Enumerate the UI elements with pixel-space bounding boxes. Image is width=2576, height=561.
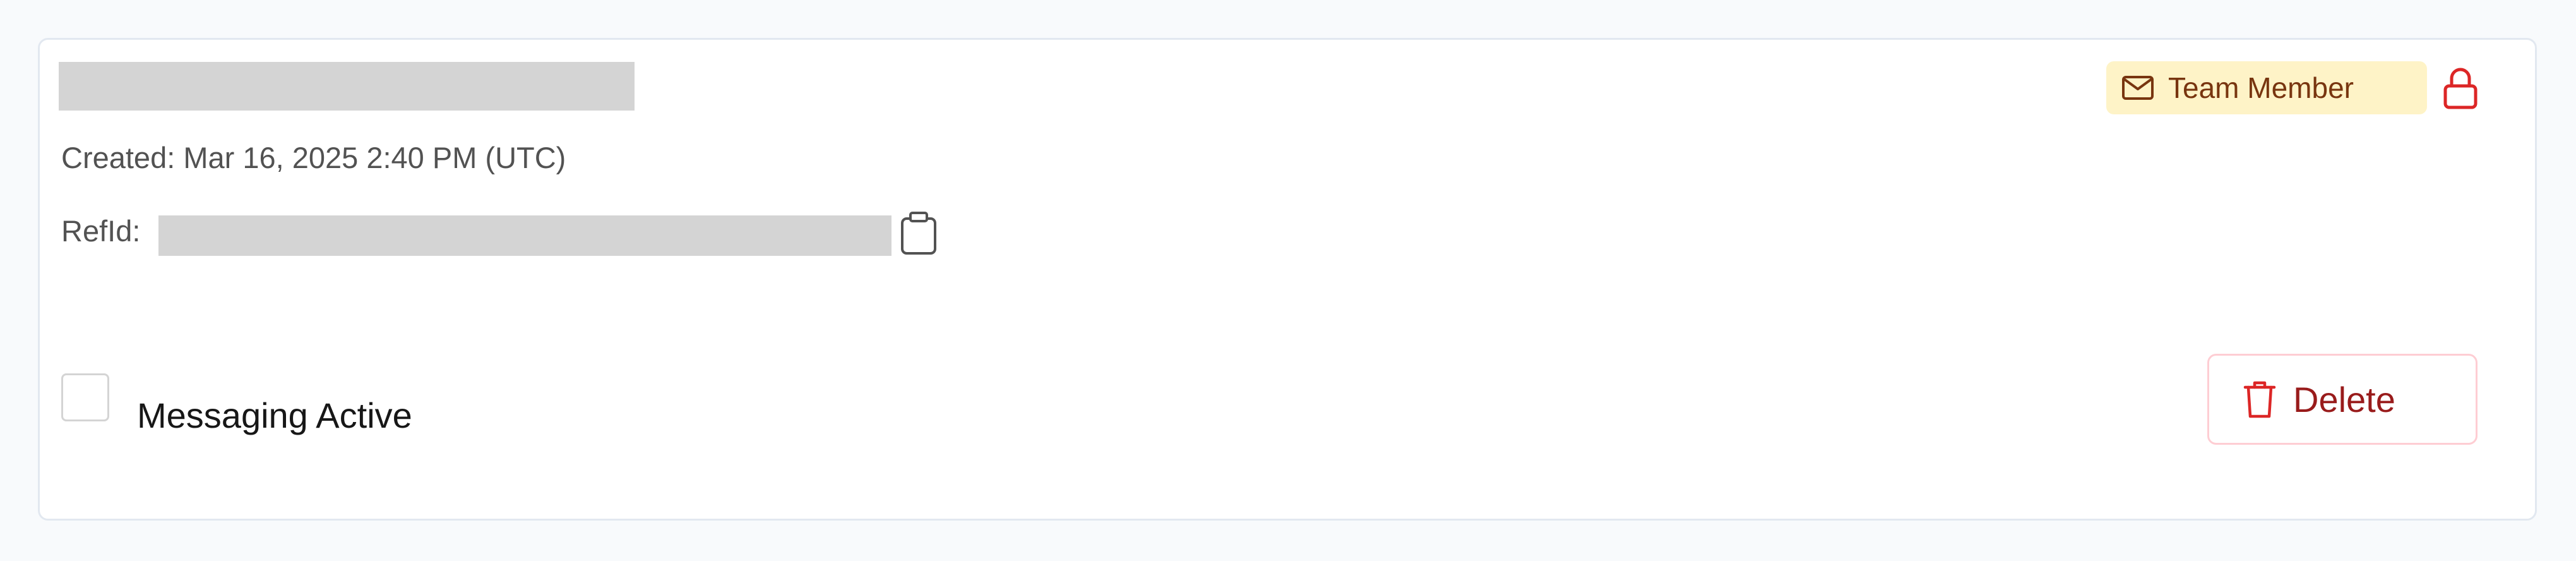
redacted-name [59, 62, 635, 111]
messaging-active-checkbox[interactable] [61, 373, 109, 421]
created-timestamp: Created: Mar 16, 2025 2:40 PM (UTC) [61, 141, 566, 174]
trash-icon [2243, 381, 2276, 418]
role-badge-label: Team Member [2168, 71, 2354, 104]
clipboard-icon[interactable] [899, 211, 938, 255]
messaging-active-label[interactable]: Messaging Active [137, 398, 412, 433]
delete-button-label: Delete [2293, 379, 2395, 419]
mail-icon [2122, 76, 2154, 100]
delete-button[interactable]: Delete [2207, 354, 2478, 445]
refid-label: RefId: [61, 214, 141, 248]
redacted-refid [158, 215, 891, 256]
role-badge: Team Member [2106, 61, 2427, 114]
lock-icon[interactable] [2442, 64, 2479, 110]
